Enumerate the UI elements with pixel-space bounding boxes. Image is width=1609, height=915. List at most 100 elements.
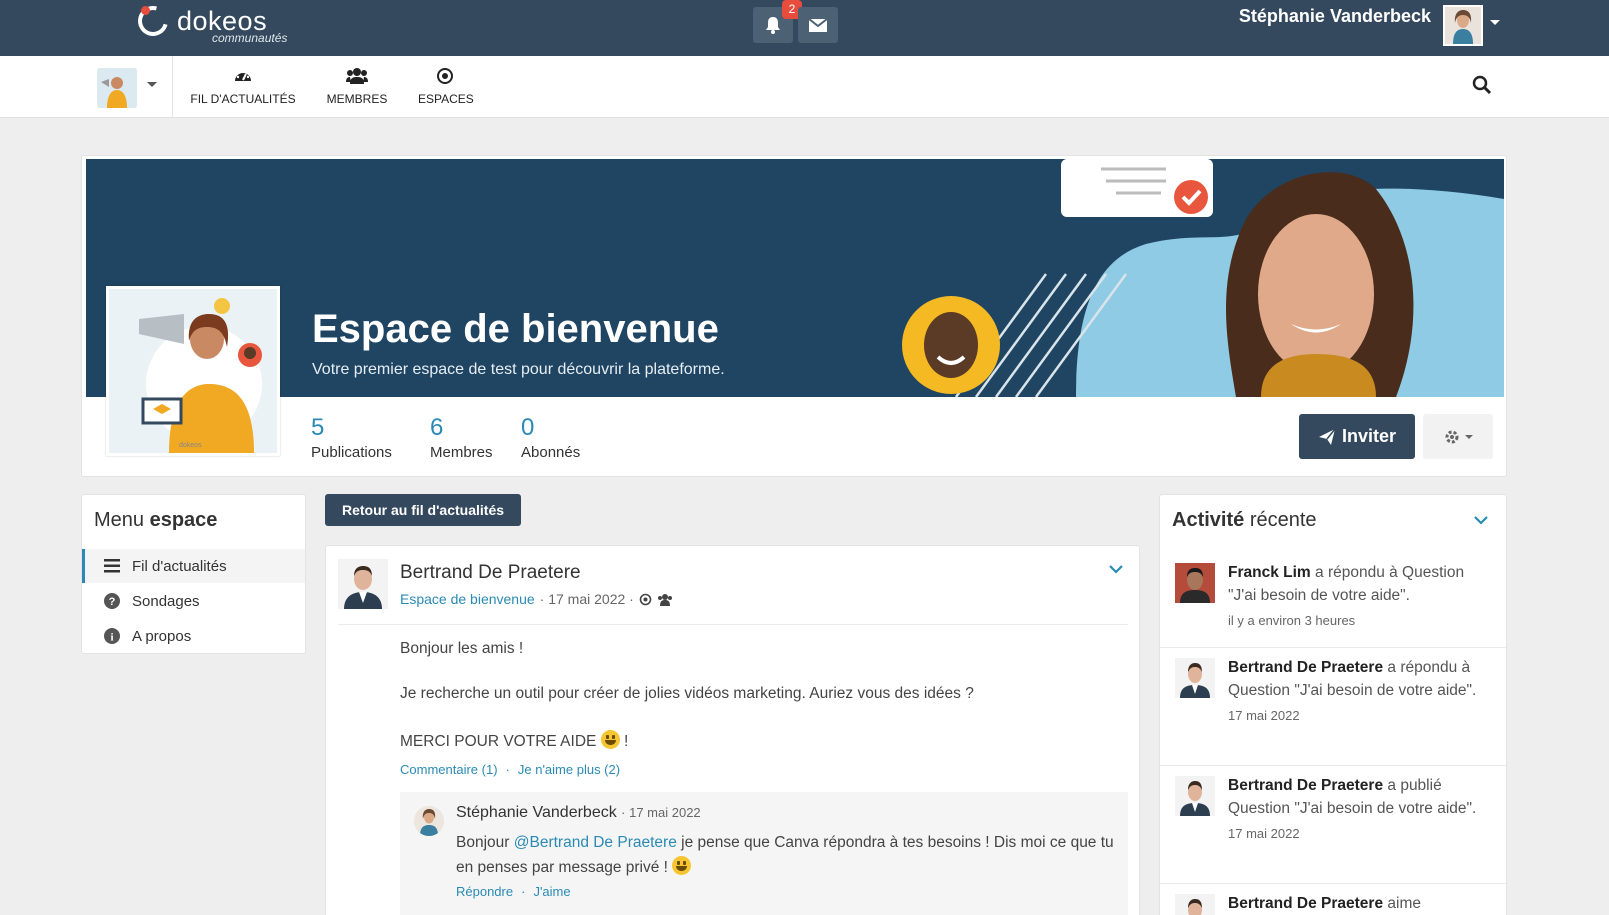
comment-date: · 17 mai 2022 [621, 805, 701, 820]
nav-label: FIL D'ACTUALITÉS [190, 92, 296, 106]
question-icon: ? [104, 593, 120, 609]
comment-text-before: Bonjour [456, 834, 510, 851]
space-menu: Menu espace Fil d'actualités ? Sondages … [81, 494, 306, 654]
dashboard-icon [235, 70, 251, 81]
activity-text: Franck Lim a répondu à Question "J'ai be… [1228, 561, 1494, 632]
chevron-down-icon [1464, 434, 1473, 439]
activity-title-bold: Activité [1172, 509, 1245, 531]
menu-item-sondages[interactable]: ? Sondages [82, 584, 305, 618]
activity-avatar[interactable] [1175, 563, 1215, 603]
post-divider [338, 624, 1128, 625]
main-navigation: FIL D'ACTUALITÉS MEMBRES ESPACES [0, 56, 1609, 118]
activity-actor[interactable]: Bertrand De Praetere [1228, 895, 1383, 912]
space-profile-image: dokeos [106, 286, 280, 456]
post-date: · 17 mai 2022 · [539, 591, 634, 607]
comment: Stéphanie Vanderbeck · 17 mai 2022 Bonjo… [400, 792, 1128, 915]
space-banner-image: Espace de bienvenue Votre premier espace… [86, 159, 1504, 397]
stat-membres[interactable]: 6 Membres [430, 414, 493, 461]
unlike-link[interactable]: Je n'aime plus (2) [518, 762, 620, 777]
logo-dot-icon [141, 6, 150, 15]
post-body-line: Bonjour les amis ! [400, 640, 524, 657]
nav-membres[interactable]: MEMBRES [322, 66, 392, 106]
paper-plane-icon [1318, 428, 1336, 445]
activity-text: Bertrand De Praetere a publié Question "… [1228, 774, 1494, 845]
activity-text: Bertrand De Praetere a répondu à Questio… [1228, 656, 1494, 727]
activity-avatar[interactable] [1175, 894, 1215, 915]
comment-mention-link[interactable]: @Bertrand De Praetere [514, 834, 677, 851]
post-actions: Commentaire (1) · Je n'aime plus (2) [400, 762, 620, 777]
invite-button[interactable]: Inviter [1299, 414, 1415, 459]
recent-activity-panel: Activité récente Franck Lim a répondu à … [1159, 494, 1507, 915]
activity-avatar[interactable] [1175, 776, 1215, 816]
nav-label: MEMBRES [326, 92, 388, 106]
stat-value: 5 [311, 414, 325, 441]
activity-time: 17 mai 2022 [1228, 708, 1300, 723]
activity-actor[interactable]: Bertrand De Praetere [1228, 659, 1383, 676]
activity-actor[interactable]: Franck Lim [1228, 564, 1311, 581]
activity-time: il y a environ 3 heures [1228, 613, 1356, 628]
activity-description: aime [1387, 895, 1421, 912]
activity-avatar[interactable] [1175, 658, 1215, 698]
stat-value: 0 [521, 414, 535, 441]
activity-item[interactable]: Bertrand De Praetere a publié Question "… [1160, 765, 1506, 877]
space-switcher-thumbnail[interactable] [97, 68, 137, 108]
list-icon [104, 559, 120, 573]
user-avatar[interactable] [1443, 5, 1483, 46]
notifications-button[interactable]: 2 [753, 0, 802, 43]
stat-abonnes[interactable]: 0 Abonnés [521, 414, 580, 461]
activity-item[interactable]: Bertrand De Praetere aime [1160, 883, 1506, 915]
stat-label: Publications [311, 444, 392, 461]
comment-author-avatar[interactable] [414, 806, 444, 836]
current-user-name[interactable]: Stéphanie Vanderbeck [1239, 6, 1431, 27]
reply-link[interactable]: Répondre [456, 884, 513, 899]
stat-value: 6 [430, 414, 444, 441]
top-bar: dokeos communautés 2 Stéphanie Vanderbec… [0, 0, 1609, 56]
post-author-name[interactable]: Bertrand De Praetere [400, 562, 581, 584]
target-icon [437, 68, 453, 84]
post-body-line: Je recherche un outil pour créer de joli… [400, 685, 974, 702]
menu-title: Menu espace [94, 509, 217, 532]
comment-link[interactable]: Commentaire (1) [400, 762, 498, 777]
activity-collapse-chevron-icon[interactable] [1474, 515, 1488, 525]
post-space-link[interactable]: Espace de bienvenue [400, 591, 535, 607]
activity-item[interactable]: Bertrand De Praetere a répondu à Questio… [1160, 647, 1506, 759]
user-menu-caret-icon[interactable] [1490, 20, 1500, 25]
post-body-suffix: ! [624, 733, 629, 750]
activity-actor[interactable]: Bertrand De Praetere [1228, 777, 1383, 794]
menu-item-label: A propos [132, 627, 192, 645]
users-icon [657, 593, 672, 606]
activity-title-light: récente [1249, 509, 1317, 531]
menu-item-a-propos[interactable]: i A propos [82, 619, 305, 653]
post-card: Bertrand De Praetere Espace de bienvenue… [325, 545, 1140, 915]
stat-label: Abonnés [521, 444, 581, 461]
dokeos-logo[interactable]: dokeos communautés [132, 0, 308, 48]
search-icon[interactable] [1472, 75, 1492, 95]
space-title: Espace de bienvenue [312, 307, 719, 351]
banner-illustration [86, 159, 1504, 397]
messages-button[interactable] [798, 7, 838, 43]
post-body-text: MERCI POUR VOTRE AIDE [400, 733, 597, 750]
menu-title-light: Menu [94, 509, 145, 531]
comment-author-name[interactable]: Stéphanie Vanderbeck [456, 804, 617, 821]
users-icon [346, 68, 368, 84]
post-author-avatar[interactable] [338, 559, 388, 609]
stat-publications[interactable]: 5 Publications [311, 414, 392, 461]
svg-text:i: i [110, 632, 113, 644]
nav-fil-actualites[interactable]: FIL D'ACTUALITÉS [190, 66, 296, 106]
back-to-feed-button[interactable]: Retour au fil d'actualités [325, 494, 521, 526]
activity-title: Activité récente [1172, 509, 1317, 532]
activity-item[interactable]: Franck Lim a répondu à Question "J'ai be… [1160, 553, 1506, 639]
like-link[interactable]: J'aime [533, 884, 570, 899]
invite-label: Inviter [1341, 426, 1397, 446]
space-settings-button[interactable] [1423, 414, 1493, 459]
post-options-chevron-icon[interactable] [1109, 564, 1123, 574]
nav-espaces[interactable]: ESPACES [418, 66, 474, 106]
post-meta: Espace de bienvenue · 17 mai 2022 · [400, 591, 673, 607]
space-switcher-caret-icon[interactable] [147, 82, 157, 87]
menu-item-fil-actualites[interactable]: Fil d'actualités [82, 549, 305, 583]
comment-text: Bonjour @Bertrand De Praetere je pense q… [456, 830, 1116, 880]
action-separator: · [505, 762, 510, 777]
stat-label: Membres [430, 444, 493, 461]
comment-actions: Répondre · J'aime [456, 884, 571, 899]
bell-icon [766, 17, 780, 34]
